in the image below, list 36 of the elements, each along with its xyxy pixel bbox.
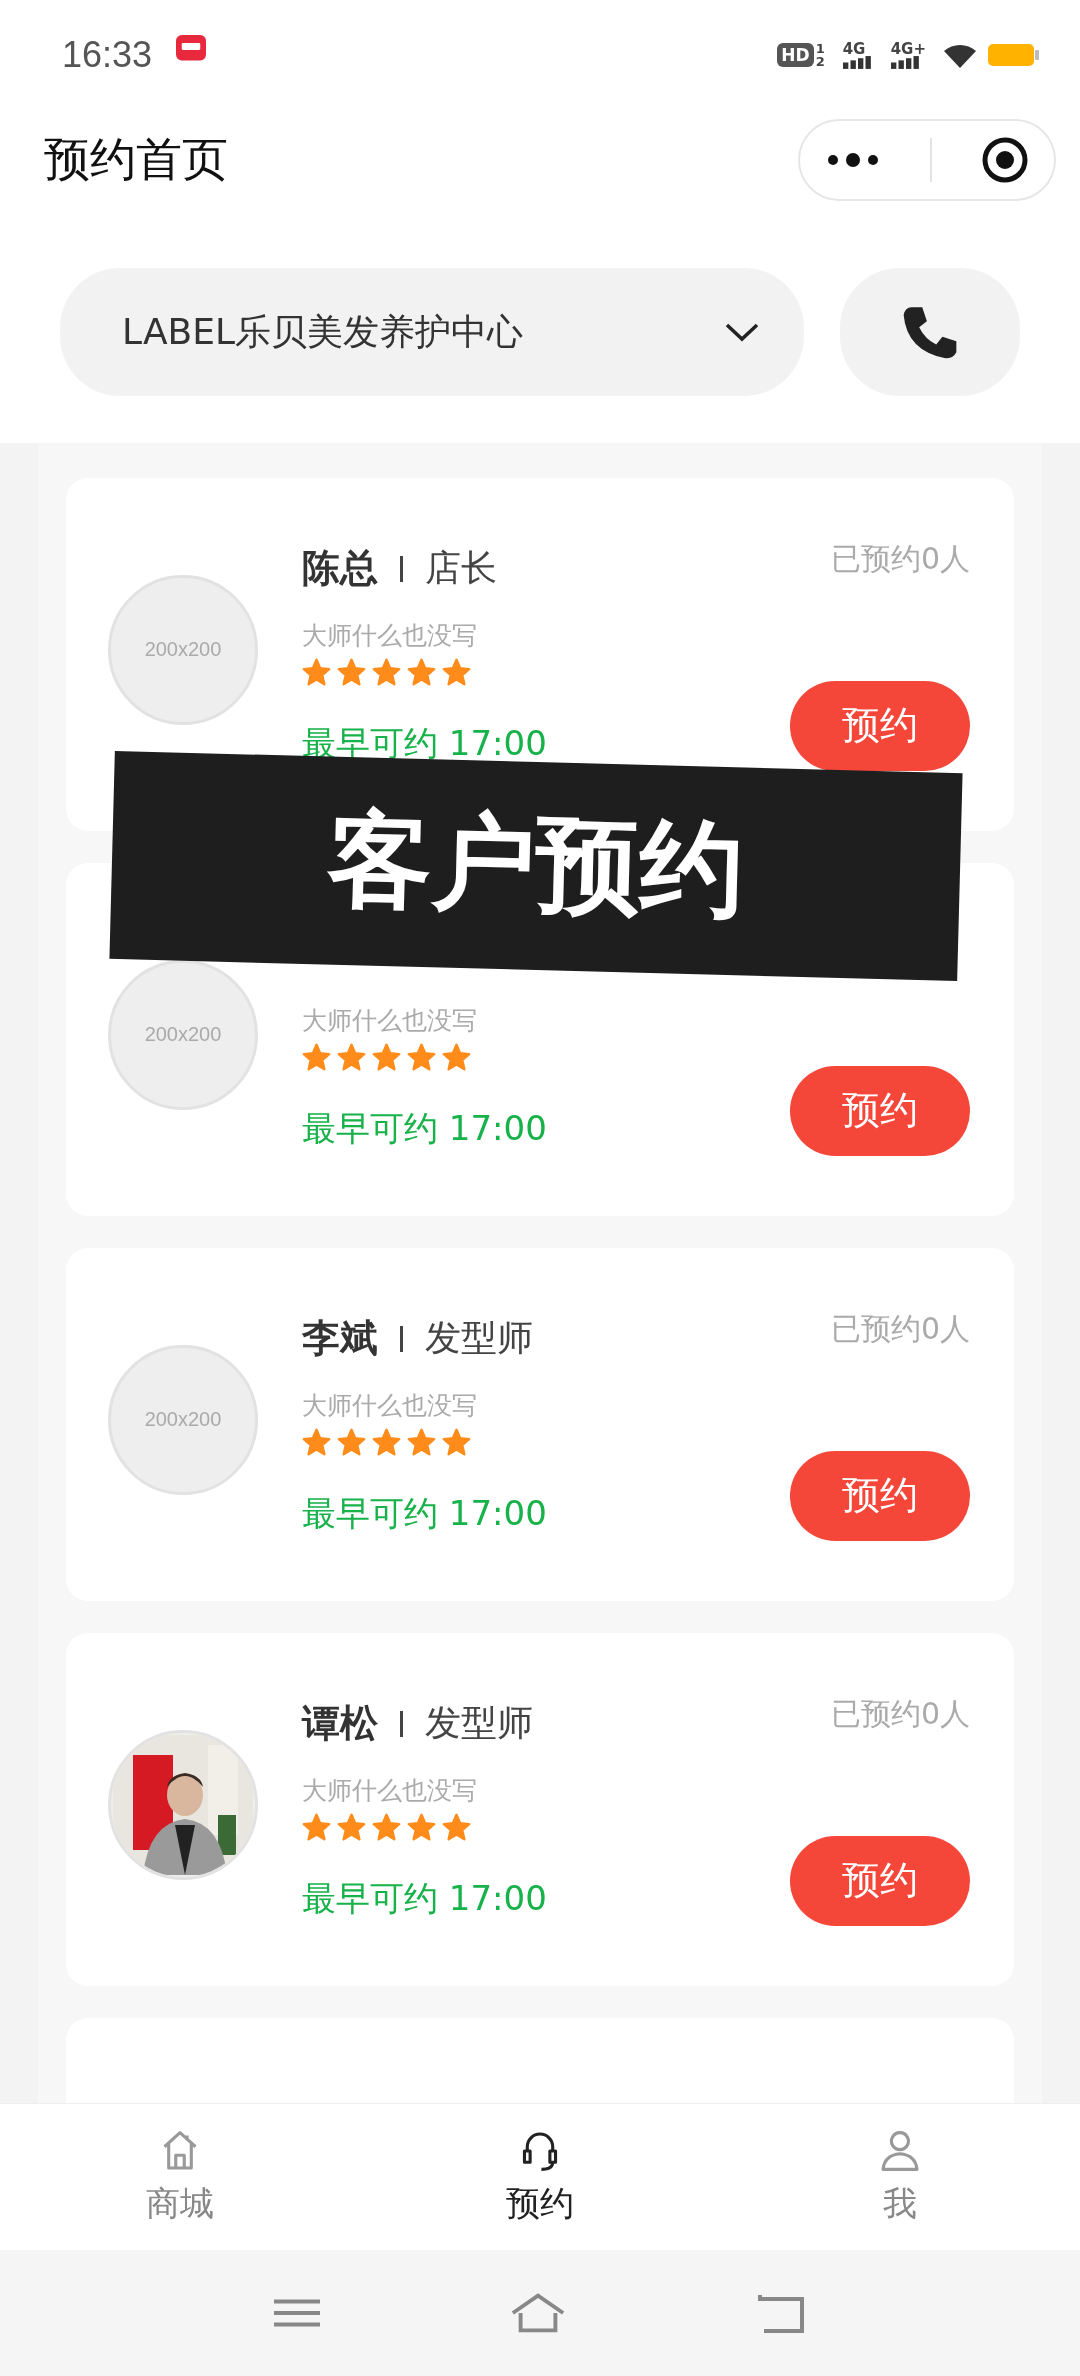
stylist-name: 李斌 bbox=[302, 1315, 378, 1362]
tab[interactable]: 预约 bbox=[440, 2126, 640, 2228]
battery-icon bbox=[988, 42, 1040, 68]
stylist-bio: 大师什么也没写 bbox=[302, 619, 478, 652]
stylist-role: 发型师 bbox=[425, 1701, 533, 1745]
tab[interactable]: 我 bbox=[800, 2126, 1000, 2228]
stylist-name: 陈总 bbox=[302, 545, 378, 592]
placeholder-text: 200x200 bbox=[144, 1023, 222, 1046]
placeholder-text: 200x200 bbox=[144, 1408, 222, 1431]
stylist-name: 谭松 bbox=[302, 1700, 378, 1747]
stylist-bio: 大师什么也没写 bbox=[302, 1389, 478, 1422]
book-button[interactable]: 预约 bbox=[790, 1065, 970, 1156]
chevron-down-icon bbox=[724, 322, 760, 342]
tab[interactable]: 商城 bbox=[80, 2126, 280, 2228]
home-icon[interactable] bbox=[509, 2291, 567, 2335]
page-title: 预约首页 bbox=[44, 131, 228, 188]
book-button[interactable]: 预约 bbox=[790, 1835, 970, 1926]
book-button[interactable]: 预约 bbox=[790, 680, 970, 771]
stylist-bio: 大师什么也没写 bbox=[302, 1004, 478, 1037]
stylist-role: 店长 bbox=[425, 546, 497, 590]
booking-count: 已预约0人 bbox=[830, 539, 970, 578]
placeholder-text: 200x200 bbox=[144, 638, 222, 661]
menu-icon[interactable] bbox=[274, 2298, 321, 2328]
stylist-role: 发型师 bbox=[425, 1316, 533, 1360]
status-time: 16:33 bbox=[62, 34, 153, 76]
network-indicator: 4G+ bbox=[890, 41, 926, 69]
close-icon[interactable] bbox=[981, 136, 1030, 184]
book-button[interactable]: 预约 bbox=[790, 1450, 970, 1541]
network-indicator: 4G bbox=[842, 41, 873, 69]
booking-count: 已预约0人 bbox=[830, 1309, 970, 1348]
earliest-time: 最早可约 17:00 bbox=[302, 1876, 547, 1920]
store-selector[interactable]: LABEL乐贝美发养护中心 bbox=[60, 268, 804, 396]
earliest-time: 最早可约 17:00 bbox=[302, 1491, 547, 1535]
earliest-time: 最早可约 17:00 bbox=[302, 1106, 547, 1150]
stylist-bio: 大师什么也没写 bbox=[302, 1774, 478, 1807]
booking-count: 已预约0人 bbox=[830, 1694, 970, 1733]
